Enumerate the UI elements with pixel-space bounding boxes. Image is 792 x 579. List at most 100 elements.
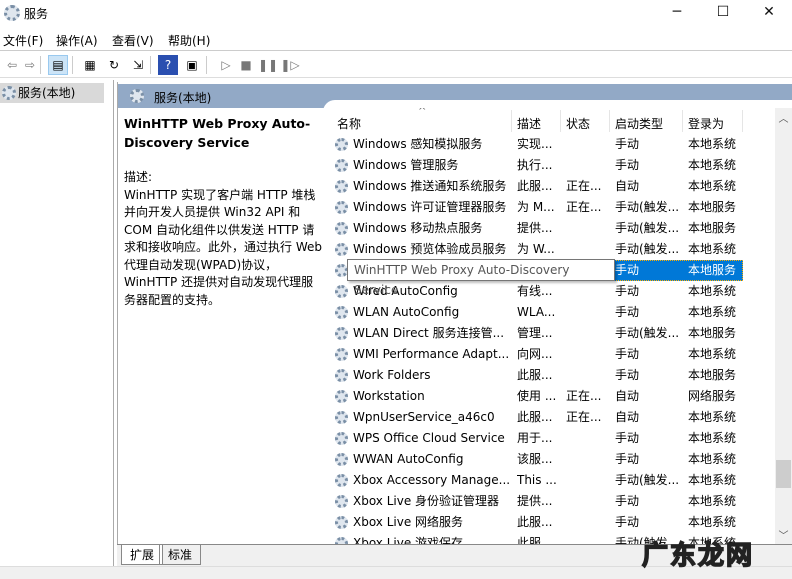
service-name: Xbox Accessory Manage... [353, 473, 511, 487]
service-status: 正在... [566, 179, 602, 193]
refresh-icon[interactable]: ↻ [104, 55, 124, 75]
service-log-on-as: 本地服务 [688, 326, 737, 340]
service-row[interactable]: WLAN AutoConfig WLA... 手动 本地系统 [330, 302, 775, 323]
service-log-on-as: 本地服务 [688, 200, 737, 214]
service-row[interactable]: Xbox Live 身份验证管理器 提供... 手动 本地系统 [330, 491, 775, 512]
list-header: 名称 ^ 描述 状态 启动类型 登录为 [330, 108, 775, 134]
service-log-on-as: 本地系统 [688, 158, 737, 172]
column-log-on-as[interactable]: 登录为 [688, 115, 724, 132]
menu-bar: 文件(F) 操作(A) 查看(V) 帮助(H) [0, 27, 792, 51]
service-log-on-as: 本地系统 [688, 137, 737, 151]
service-startup-type: 手动 [615, 284, 640, 298]
stop-service-icon[interactable]: ■ [236, 55, 256, 75]
service-row[interactable]: Windows 感知模拟服务 实现... 手动 本地系统 [330, 134, 775, 155]
service-log-on-as: 本地系统 [688, 347, 737, 361]
service-startup-type: 手动 [615, 368, 640, 382]
pause-service-icon[interactable]: ❚❚ [258, 55, 278, 75]
service-name: WpnUserService_a46c0 [353, 410, 495, 424]
service-name: WLAN AutoConfig [353, 305, 460, 319]
column-description[interactable]: 描述 [517, 115, 541, 132]
service-row[interactable]: Windows 许可证管理器服务为 M... 正在... 手动(触发... 本地服务 [330, 197, 775, 218]
service-log-on-as: 本地系统 [688, 431, 737, 445]
service-log-on-as: 本地系统 [688, 410, 737, 424]
service-description: 实现... [517, 137, 553, 151]
service-gear-icon [335, 474, 348, 487]
service-gear-icon [335, 306, 348, 319]
maximize-button[interactable]: ☐ [700, 0, 746, 26]
service-name: Windows 许可证管理器服务 [353, 200, 507, 214]
service-row[interactable]: Windows 管理服务 执行... 手动 本地系统 [330, 155, 775, 176]
service-startup-type: 手动 [615, 158, 640, 172]
panel-title: 服务(本地) [154, 91, 212, 105]
service-startup-type: 手动 [615, 515, 640, 529]
service-gear-icon [335, 180, 348, 193]
restart-service-icon[interactable]: ❚▷ [280, 55, 300, 75]
service-description: 为 W... [517, 242, 555, 256]
service-status: 正在... [566, 389, 602, 403]
back-icon[interactable]: ⇦ [2, 55, 22, 75]
service-row[interactable]: WLAN Direct 服务连接管... 管理... 手动(触发... 本地服务 [330, 323, 775, 344]
column-startup-type[interactable]: 启动类型 [615, 115, 663, 132]
service-gear-icon [335, 159, 348, 172]
service-row[interactable]: Xbox Accessory Manage... This ... 手动(触发...… [330, 470, 775, 491]
service-name: Xbox Live 身份验证管理器 [353, 494, 500, 508]
service-row[interactable]: Windows 移动热点服务 提供... 手动(触发... 本地服务 [330, 218, 775, 239]
service-row[interactable]: Work Folders 此服... 手动 本地服务 [330, 365, 775, 386]
service-row[interactable]: Xbox Live 网络服务 此服... 手动 本地系统 [330, 512, 775, 533]
menu-help[interactable]: 帮助(H) [168, 32, 210, 49]
service-description: 此服... [517, 536, 553, 544]
service-row[interactable]: WMI Performance Adapt... 向网... 手动 本地系统 [330, 344, 775, 365]
service-gear-icon [335, 201, 348, 214]
toolbar: ⇦ ⇨ ▤ ▦ ↻ ⇲? ▣ ▷ ■ ❚❚ ❚▷ [0, 52, 792, 78]
service-row[interactable]: WpnUserService_a46c0 此服... 正在... 自动 本地系统 [330, 407, 775, 428]
service-gear-icon [335, 537, 348, 544]
properties-icon[interactable]: ▦ [80, 55, 100, 75]
start-service-icon[interactable]: ▷ [216, 55, 236, 75]
service-startup-type: 手动 [615, 347, 640, 361]
scroll-up-icon[interactable]: ︿ [775, 110, 792, 125]
service-name: Windows 感知模拟服务 [353, 137, 483, 151]
service-status: 正在... [566, 410, 602, 424]
tree-item-services-local[interactable]: 服务(本地) [0, 83, 104, 103]
service-row[interactable]: WPS Office Cloud Service 用于... 手动 本地系统 [330, 428, 775, 449]
service-gear-icon [335, 327, 348, 340]
close-button[interactable]: ✕ [746, 0, 792, 26]
forward-icon[interactable]: ⇨ [20, 55, 40, 75]
tab-standard[interactable]: 标准 [159, 545, 202, 565]
scrollbar-thumb[interactable] [776, 460, 791, 488]
service-description: 为 M... [517, 200, 555, 214]
scroll-down-icon[interactable]: ﹀ [775, 527, 792, 542]
service-log-on-as: 本地系统 [688, 179, 737, 193]
export-list-icon[interactable]: ⇲ [128, 55, 148, 75]
service-row[interactable]: Windows 预览体验成员服务为 W... 手动(触发... 本地系统 [330, 239, 775, 260]
help-icon[interactable]: ? [158, 55, 178, 75]
tab-extended[interactable]: 扩展 [121, 545, 164, 565]
watermark: 广东龙网 [641, 540, 754, 572]
service-detail: WinHTTP Web Proxy Auto-Discovery Service… [124, 114, 324, 309]
service-gear-icon [335, 348, 348, 361]
service-log-on-as: 本地系统 [688, 515, 737, 529]
vertical-scrollbar[interactable]: ︿ ﹀ [775, 108, 792, 544]
menu-action[interactable]: 操作(A) [56, 32, 98, 49]
menu-file[interactable]: 文件(F) [3, 32, 43, 49]
column-name[interactable]: 名称 [337, 115, 361, 132]
service-row[interactable]: Windows 推送通知系统服务 此服... 正在... 自动 本地系统 [330, 176, 775, 197]
service-name: Workstation [353, 389, 425, 403]
service-gear-icon [335, 369, 348, 382]
service-row[interactable]: WWAN AutoConfig 该服... 手动 本地系统 [330, 449, 775, 470]
show-hide-console-tree-icon[interactable]: ▤ [48, 55, 68, 75]
service-log-on-as: 本地系统 [688, 473, 737, 487]
menu-view[interactable]: 查看(V) [112, 32, 154, 49]
service-description: 该服... [517, 452, 553, 466]
show-action-pane-icon[interactable]: ▣ [182, 55, 202, 75]
services-gear-icon [2, 86, 16, 100]
service-row[interactable]: Workstation 使用 ... 正在... 自动 网络服务 [330, 386, 775, 407]
column-status[interactable]: 状态 [566, 115, 590, 132]
service-description: 此服... [517, 368, 553, 382]
services-gear-icon [130, 89, 144, 103]
sort-ascending-icon: ^ [418, 108, 427, 117]
service-name: Windows 推送通知系统服务 [353, 179, 507, 193]
service-gear-icon [335, 285, 348, 298]
minimize-button[interactable]: ─ [654, 0, 700, 26]
service-startup-type: 手动 [615, 305, 640, 319]
